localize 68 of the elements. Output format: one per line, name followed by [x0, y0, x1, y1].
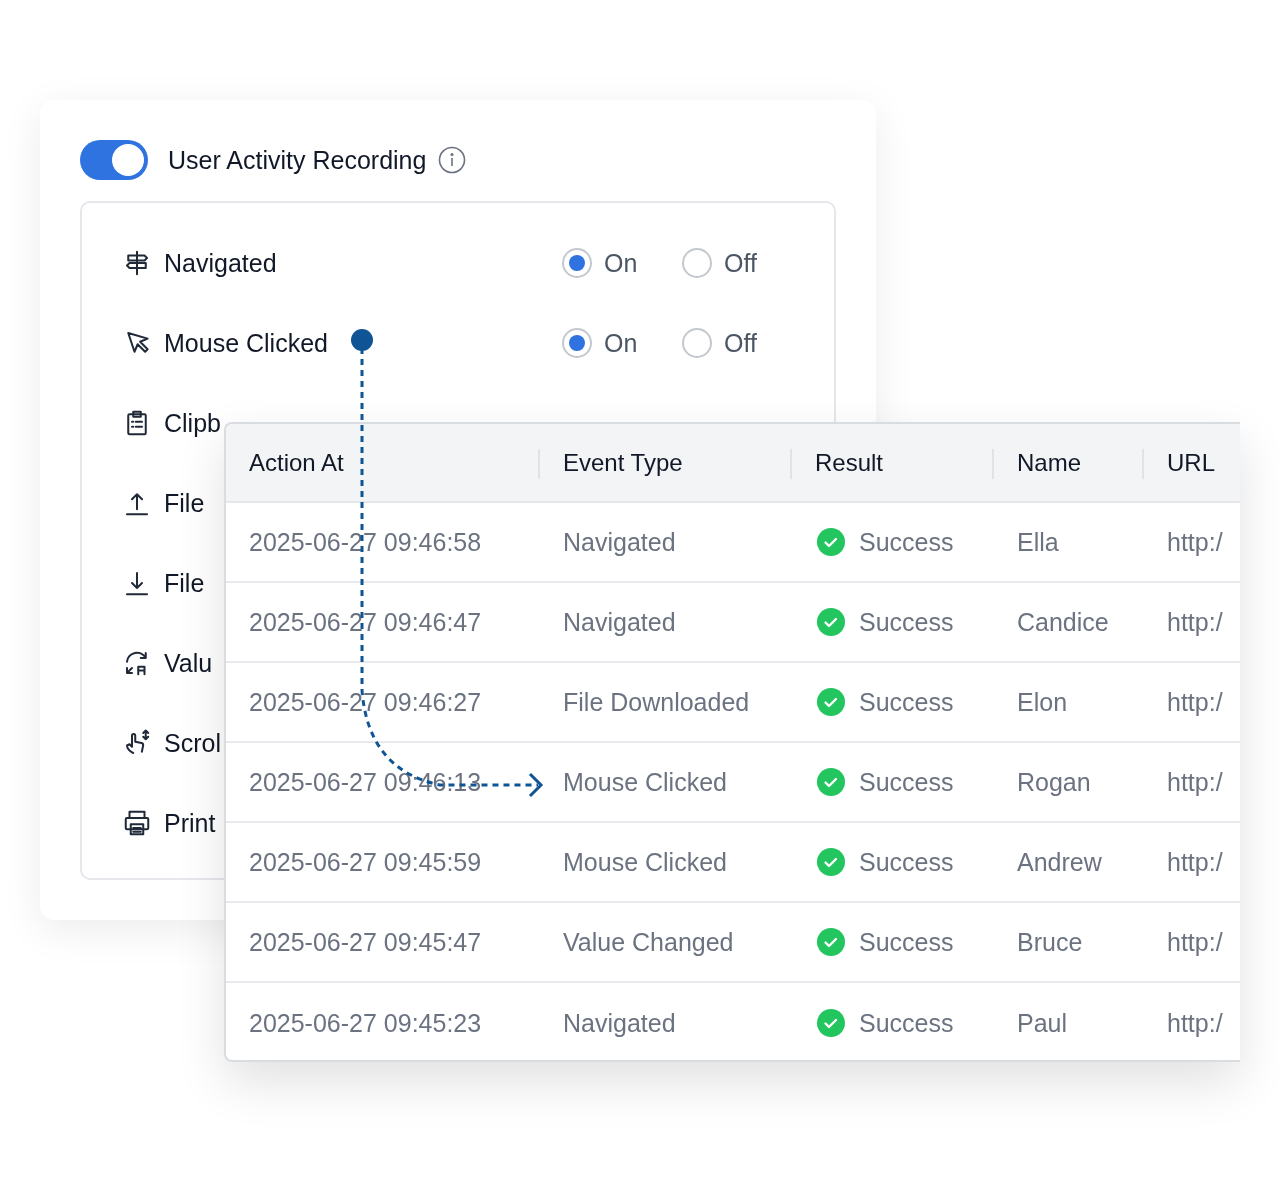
column-header: URL	[1144, 424, 1240, 503]
table-cell: Bruce	[1017, 927, 1083, 957]
table-cell: Andrew	[1017, 847, 1102, 877]
event-label: Mouse Clicked	[164, 328, 328, 358]
radio-option[interactable]: On	[562, 328, 642, 358]
success-icon	[817, 688, 845, 716]
table-cell: 2025-06-27 09:46:13	[249, 767, 482, 797]
table-cell: 2025-06-27 09:45:59	[249, 847, 482, 877]
radio-button[interactable]	[562, 328, 592, 358]
toggle-switch[interactable]	[80, 140, 148, 180]
column-header: Name	[994, 424, 1144, 503]
event-label: Scrol	[164, 728, 221, 758]
event-label: Clipb	[164, 408, 221, 438]
table-cell: 2025-06-27 09:45:23	[249, 1008, 482, 1038]
event-label: Print	[164, 808, 216, 838]
success-icon	[817, 848, 845, 876]
table-cell: Ella	[1017, 527, 1059, 557]
column-header: Result	[792, 424, 994, 503]
table-cell: http:/	[1167, 687, 1223, 717]
table-cell: Candice	[1017, 607, 1109, 637]
radio-option[interactable]: On	[562, 248, 642, 278]
table-cell: http:/	[1167, 767, 1223, 797]
printer-icon	[122, 808, 152, 838]
column-header: Action At	[226, 424, 540, 503]
event-label: Valu	[164, 648, 213, 678]
table-cell: Mouse Clicked	[563, 847, 727, 877]
table-cell: Elon	[1017, 687, 1068, 717]
event-label: File	[164, 488, 205, 518]
table-cell: Success	[859, 847, 954, 877]
radio-option[interactable]: Off	[682, 328, 762, 358]
success-icon	[817, 608, 845, 636]
table-cell: Success	[859, 607, 954, 637]
table-cell: Paul	[1017, 1008, 1068, 1038]
table-cell: Navigated	[563, 607, 676, 637]
table-cell: http:/	[1167, 527, 1223, 557]
table-cell: Success	[859, 767, 954, 797]
column-header: Event Type	[540, 424, 792, 503]
event-label: Navigated	[164, 248, 277, 278]
success-icon	[817, 928, 845, 956]
success-icon	[817, 768, 845, 796]
table-cell: 2025-06-27 09:45:47	[249, 927, 482, 957]
info-icon[interactable]	[438, 146, 467, 174]
table-cell: 2025-06-27 09:46:27	[249, 687, 482, 717]
table-cell: 2025-06-27 09:46:58	[249, 527, 482, 557]
table-cell: Navigated	[563, 1008, 676, 1038]
radio-option[interactable]: Off	[682, 248, 762, 278]
table-cell: http:/	[1167, 1008, 1223, 1038]
radio-button[interactable]	[682, 248, 712, 278]
table-cell: Success	[859, 527, 954, 557]
radio-button[interactable]	[562, 248, 592, 278]
table-cell: File Downloaded	[563, 687, 750, 717]
table-cell: Mouse Clicked	[563, 767, 727, 797]
section-title: User Activity Recording	[168, 145, 427, 175]
success-icon	[817, 1009, 845, 1037]
table-cell: Success	[859, 1008, 954, 1038]
radio-button[interactable]	[682, 328, 712, 358]
connector-dot	[351, 329, 373, 351]
table-cell: http:/	[1167, 847, 1223, 877]
table-cell: http:/	[1167, 927, 1223, 957]
table-cell: Navigated	[563, 527, 676, 557]
event-label: File	[164, 568, 205, 598]
table-cell: Rogan	[1017, 767, 1091, 797]
table-cell: Success	[859, 927, 954, 957]
table-cell: Value Changed	[563, 927, 734, 957]
table-cell: http:/	[1167, 607, 1223, 637]
table-cell: Success	[859, 687, 954, 717]
success-icon	[817, 528, 845, 556]
table-cell: 2025-06-27 09:46:47	[249, 607, 482, 637]
